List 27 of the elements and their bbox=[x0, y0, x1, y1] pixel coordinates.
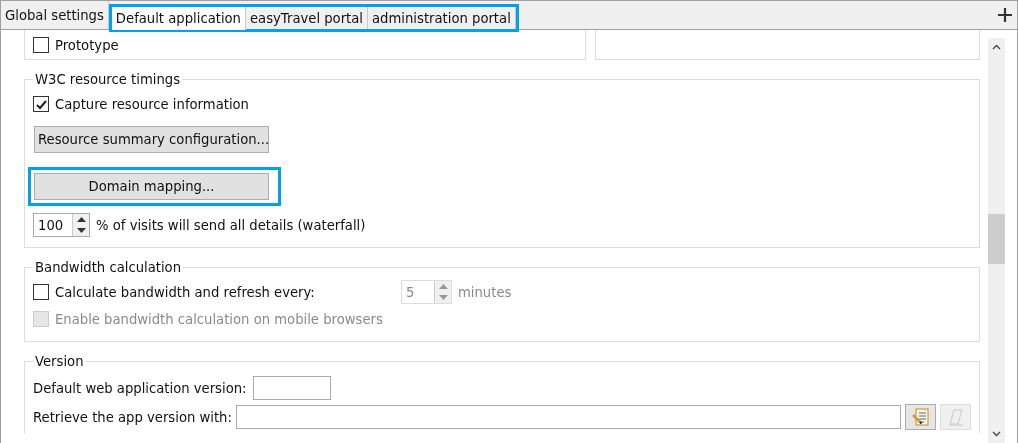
add-icon[interactable] bbox=[997, 7, 1013, 23]
checkbox-label: Capture resource information bbox=[55, 96, 249, 112]
group-title: Bandwidth calculation bbox=[34, 260, 182, 275]
dialog-button[interactable]: Domain mapping... bbox=[34, 173, 269, 200]
checkbox-label: Enable bandwidth calculation on mobile browsers bbox=[55, 311, 383, 327]
input-field[interactable] bbox=[252, 376, 331, 400]
dialog-button[interactable]: Resource summary configuration... bbox=[34, 126, 269, 153]
checkbox-label: Calculate bandwidth and refresh every: bbox=[55, 284, 316, 300]
input-field[interactable] bbox=[235, 405, 901, 429]
scroll-thumb[interactable] bbox=[988, 214, 1005, 264]
checkbox-label: Prototype bbox=[55, 37, 119, 53]
edit-document-icon[interactable] bbox=[905, 404, 936, 430]
group-title: Version bbox=[34, 354, 85, 369]
scrollbar[interactable] bbox=[988, 38, 1005, 443]
spinner-label: % of visits will send all details (waterfall) bbox=[96, 217, 366, 233]
field-label: Default web application version: bbox=[33, 380, 247, 396]
number-spinner[interactable]: 100 bbox=[33, 213, 90, 237]
scroll-down-icon[interactable] bbox=[992, 431, 1001, 437]
unit-label: minutes bbox=[458, 284, 512, 300]
group-title: W3C resource timings bbox=[34, 72, 181, 87]
checkbox[interactable] bbox=[33, 96, 49, 112]
tab[interactable]: Default application bbox=[111, 7, 246, 30]
eraser-icon[interactable] bbox=[940, 404, 971, 430]
checkbox[interactable] bbox=[33, 284, 49, 300]
field-label: Retrieve the app version with: bbox=[33, 409, 232, 425]
checkbox[interactable] bbox=[33, 37, 49, 53]
scroll-up-icon[interactable] bbox=[992, 44, 1001, 50]
